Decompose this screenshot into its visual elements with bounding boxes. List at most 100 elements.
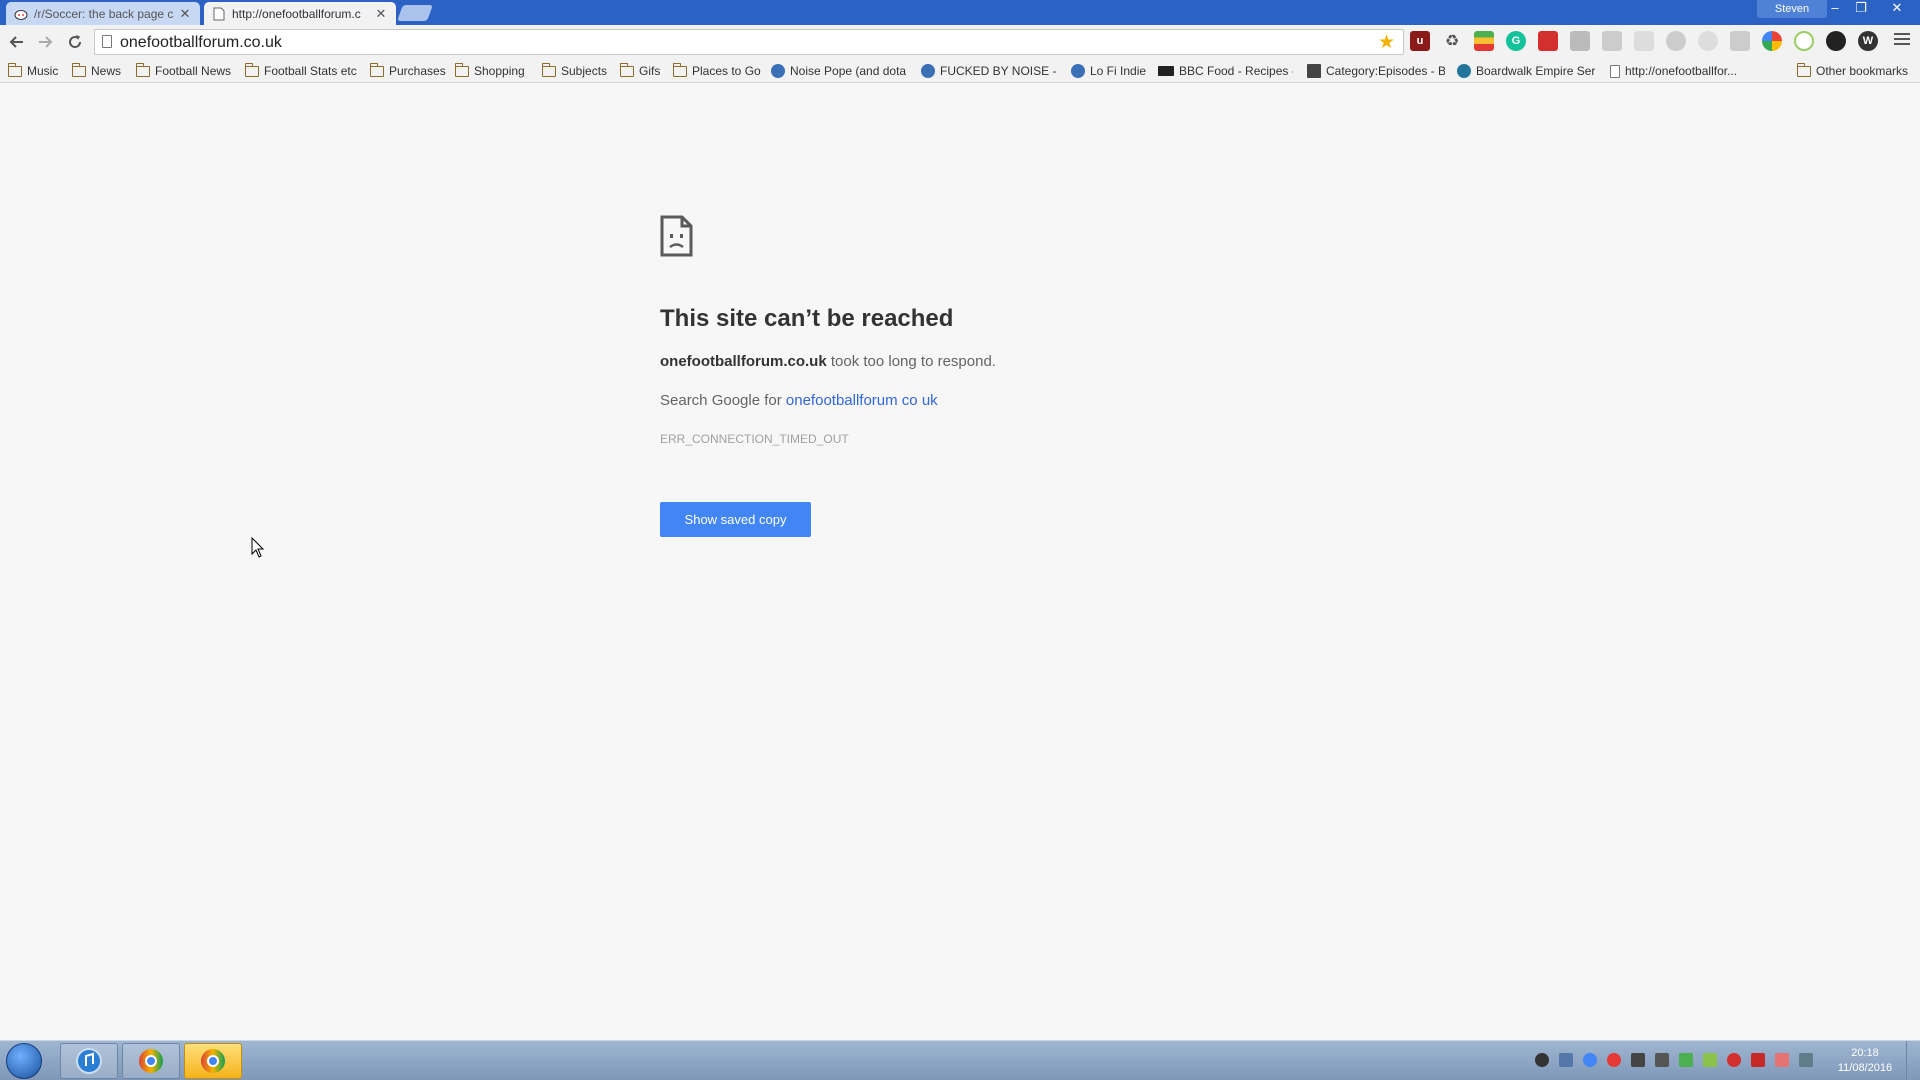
reload-icon [69, 35, 82, 48]
folder-icon [620, 62, 634, 77]
tray-app-icon[interactable] [1607, 1053, 1621, 1067]
colorful-extension-icon[interactable] [1474, 31, 1494, 51]
security-icon[interactable] [1679, 1053, 1693, 1067]
chrome-icon [201, 1049, 225, 1073]
folder-icon [72, 62, 86, 77]
restore-button[interactable]: ❐ [1848, 0, 1874, 18]
lastpass-icon[interactable] [1727, 1053, 1741, 1067]
recycle-icon[interactable]: ♻ [1442, 31, 1462, 51]
window-icon[interactable] [1634, 31, 1654, 51]
reload-button[interactable] [63, 30, 87, 54]
mouse-cursor-icon [251, 536, 265, 559]
wordpress-icon[interactable]: W [1858, 31, 1878, 51]
close-tab-icon[interactable]: ✕ [178, 6, 192, 22]
new-tab-button[interactable] [397, 5, 433, 21]
gray-extension-icon[interactable] [1570, 31, 1590, 51]
bookmark-folder-places[interactable]: Places to Go [673, 62, 761, 80]
bookmark-folder-football-stats[interactable]: Football Stats etc [245, 62, 357, 80]
bookmark-bbc-food[interactable]: BBC Food - Recipes - [1158, 62, 1293, 80]
stop-icon[interactable] [1666, 31, 1686, 51]
network-icon[interactable] [1631, 1053, 1645, 1067]
address-bar[interactable]: onefootballforum.co.uk ★ [94, 29, 1404, 55]
ublock-icon[interactable]: u [1410, 31, 1430, 51]
red-bookmark-icon[interactable] [1538, 31, 1558, 51]
bookmark-folder-football-news[interactable]: Football News [136, 62, 231, 80]
clock-time: 20:18 [1851, 1047, 1879, 1059]
start-button[interactable] [6, 1043, 42, 1079]
forward-arrow-icon [39, 36, 53, 48]
forward-button[interactable] [33, 30, 57, 54]
volume-icon[interactable] [1655, 1053, 1669, 1067]
search-google-link[interactable]: onefootballforum co uk [786, 392, 938, 409]
page-icon [212, 7, 226, 21]
pinwheel-icon[interactable] [1762, 31, 1782, 51]
monitor-icon[interactable] [1559, 1053, 1573, 1067]
folder-icon [8, 62, 22, 77]
minimize-button[interactable]: – [1822, 0, 1848, 18]
profile-button[interactable]: Steven [1757, 0, 1827, 18]
show-saved-copy-button[interactable]: Show saved copy [660, 502, 811, 537]
folder-icon [1797, 62, 1811, 77]
bookmark-fucked-by-noise[interactable]: FUCKED BY NOISE - R [921, 62, 1056, 80]
bird-icon [771, 64, 785, 78]
itunes-icon [76, 1048, 102, 1074]
bookmark-folder-subjects[interactable]: Subjects [542, 62, 607, 80]
bookmark-folder-shopping[interactable]: Shopping [455, 62, 525, 80]
url-text[interactable]: onefootballforum.co.uk [120, 34, 282, 52]
football-icon[interactable] [1826, 31, 1846, 51]
tab-title: /r/Soccer: the back page c [34, 6, 174, 21]
folder-icon [370, 62, 384, 77]
tab-reddit-soccer[interactable]: /r/Soccer: the back page c ✕ [6, 2, 200, 25]
title-bar: /r/Soccer: the back page c ✕ http://onef… [0, 0, 1920, 25]
close-tab-icon[interactable]: ✕ [374, 6, 388, 22]
adobe-icon[interactable] [1751, 1053, 1765, 1067]
bookmark-lo-fi-indie[interactable]: Lo Fi Indie [1071, 62, 1146, 80]
back-button[interactable] [5, 30, 29, 54]
error-description: onefootballforum.co.uk took too long to … [660, 353, 996, 370]
show-desktop-button[interactable] [1906, 1041, 1920, 1080]
puzzle-icon[interactable] [1602, 31, 1622, 51]
taskbar-itunes[interactable] [60, 1043, 118, 1079]
taskbar-chrome-active[interactable] [184, 1043, 242, 1079]
error-message: took too long to respond. [826, 353, 996, 370]
chrome-menu-icon[interactable] [1894, 33, 1910, 47]
wiki-icon [1307, 64, 1321, 78]
taskbar-chrome[interactable] [122, 1043, 180, 1079]
bookmark-category-episodes[interactable]: Category:Episodes - B [1307, 62, 1445, 80]
bookmark-folder-news[interactable]: News [72, 62, 121, 80]
system-tray [1535, 1053, 1823, 1067]
tab-title: http://onefootballforum.c [232, 6, 361, 21]
play-icon[interactable] [1698, 31, 1718, 51]
battery-icon[interactable] [1703, 1053, 1717, 1067]
flag-icon[interactable] [1775, 1053, 1789, 1067]
grammarly-icon[interactable]: G [1506, 31, 1526, 51]
bookmark-noise-pope[interactable]: Noise Pope (and dota [771, 62, 906, 80]
bookmarks-bar: Music News Football News Football Stats … [0, 58, 1920, 83]
action-center-icon[interactable] [1799, 1053, 1813, 1067]
bookmark-onefootballforum[interactable]: http://onefootballfor... [1610, 62, 1745, 80]
extensions-area: u ♻ G W [1410, 31, 1890, 51]
search-suggestion: Search Google for onefootballforum co uk [660, 392, 938, 409]
browser-toolbar: onefootballforum.co.uk ★ u ♻ G W [0, 25, 1920, 58]
close-window-button[interactable]: ✕ [1880, 0, 1914, 18]
other-bookmarks[interactable]: Other bookmarks [1797, 62, 1908, 80]
chrome-icon [139, 1049, 163, 1073]
reddit-icon [14, 7, 28, 21]
bookmark-folder-gifs[interactable]: Gifs [620, 62, 660, 80]
sad-page-icon [660, 215, 693, 257]
circle-extension-icon[interactable] [1794, 31, 1814, 51]
bookmark-folder-music[interactable]: Music [8, 62, 58, 80]
folder-icon [542, 62, 556, 77]
page-info-icon[interactable] [102, 35, 112, 48]
folder-icon [136, 62, 150, 77]
headset-icon[interactable] [1535, 1053, 1549, 1067]
bird-icon [1071, 64, 1085, 78]
bookmark-folder-purchases[interactable]: Purchases [370, 62, 446, 80]
system-clock[interactable]: 20:18 11/08/2016 [1830, 1046, 1900, 1076]
bookmark-star-icon[interactable]: ★ [1378, 31, 1395, 54]
chrome-tray-icon[interactable] [1583, 1053, 1597, 1067]
tab-onefootballforum[interactable]: http://onefootballforum.c ✕ [204, 2, 396, 25]
bookmark-boardwalk-empire[interactable]: Boardwalk Empire Ser [1457, 62, 1595, 80]
drive-icon[interactable] [1730, 31, 1750, 51]
bird-icon [921, 64, 935, 78]
